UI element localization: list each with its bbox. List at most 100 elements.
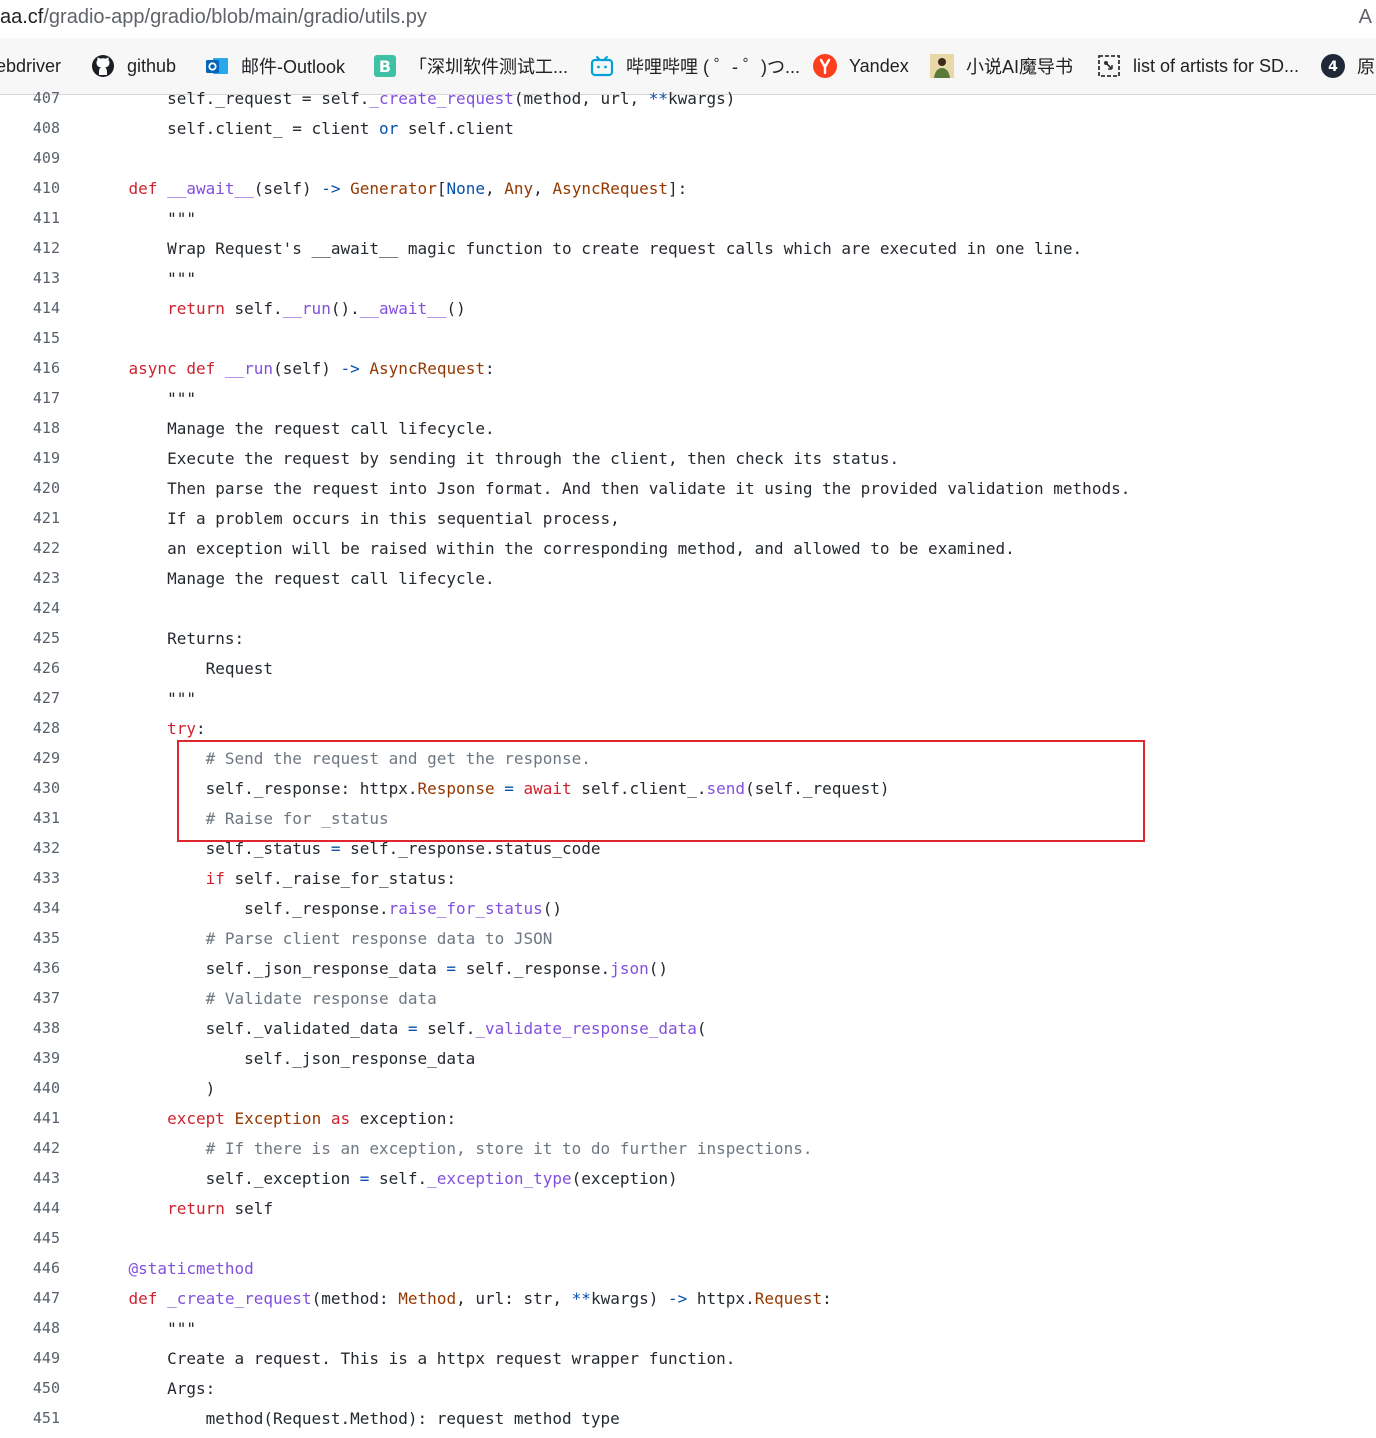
code-token: Request	[90, 659, 274, 678]
page-icon	[1097, 54, 1121, 78]
bookmark-label: 哔哩哔哩 ( ゜- ゜)つ...	[626, 57, 800, 77]
code-text: Manage the request call lifecycle.	[90, 569, 495, 588]
line-number[interactable]: 450	[0, 1379, 60, 1397]
code-line: 416 async def __run(self) -> AsyncReques…	[0, 355, 1376, 385]
line-number[interactable]: 414	[0, 299, 60, 317]
line-number[interactable]: 433	[0, 869, 60, 887]
code-token: async	[128, 359, 177, 378]
line-number[interactable]: 428	[0, 719, 60, 737]
code-token: except	[167, 1109, 225, 1128]
line-number[interactable]: 412	[0, 239, 60, 257]
line-number[interactable]: 417	[0, 389, 60, 407]
code-token: if	[205, 869, 225, 888]
line-number[interactable]: 415	[0, 329, 60, 347]
line-number[interactable]: 446	[0, 1259, 60, 1277]
code-token: httpx.	[687, 1289, 755, 1308]
line-number[interactable]: 437	[0, 989, 60, 1007]
code-token: AsyncRequest	[552, 179, 669, 198]
line-number[interactable]: 413	[0, 269, 60, 287]
line-number[interactable]: 442	[0, 1139, 60, 1157]
code-text: self._exception = self._exception_type(e…	[90, 1169, 678, 1188]
line-number[interactable]: 436	[0, 959, 60, 977]
code-text: self._request = self._create_request(met…	[90, 89, 735, 108]
bookmark-label: ebdriver	[0, 55, 62, 76]
code-token: """	[90, 389, 196, 408]
line-number[interactable]: 432	[0, 839, 60, 857]
line-number[interactable]: 426	[0, 659, 60, 677]
line-number[interactable]: 423	[0, 569, 60, 587]
code-token: )	[90, 1079, 216, 1098]
code-token: Method	[398, 1289, 457, 1308]
code-text: self.client_ = client or self.client	[90, 119, 514, 138]
line-number[interactable]: 421	[0, 509, 60, 527]
line-number[interactable]: 411	[0, 209, 60, 227]
line-number[interactable]: 419	[0, 449, 60, 467]
line-number[interactable]: 410	[0, 179, 60, 197]
address-bar[interactable]: aa.cf/gradio-app/gradio/blob/main/gradio…	[0, 0, 1376, 38]
line-number[interactable]: 451	[0, 1409, 60, 1427]
code-token: ->	[668, 1289, 688, 1308]
line-number[interactable]: 434	[0, 899, 60, 917]
code-token: self.	[417, 1019, 476, 1038]
line-number[interactable]: 422	[0, 539, 60, 557]
line-number[interactable]: 440	[0, 1079, 60, 1097]
line-number[interactable]: 427	[0, 689, 60, 707]
code-token: Args:	[90, 1379, 216, 1398]
line-number[interactable]: 429	[0, 749, 60, 767]
code-text: # Validate response data	[90, 989, 437, 1008]
code-token: :	[485, 359, 495, 378]
code-text: @staticmethod	[90, 1259, 254, 1278]
line-number[interactable]: 431	[0, 809, 60, 827]
line-number[interactable]: 424	[0, 599, 60, 617]
url-text[interactable]: aa.cf/gradio-app/gradio/blob/main/gradio…	[0, 6, 427, 29]
code-token: Create a request. This is a httpx reques…	[90, 1349, 736, 1368]
line-number[interactable]: 444	[0, 1199, 60, 1217]
code-text: return self.__run().__await__()	[90, 299, 466, 318]
code-line: 436 self._json_response_data = self._res…	[0, 955, 1376, 985]
line-number[interactable]: 416	[0, 359, 60, 377]
line-number[interactable]: 448	[0, 1319, 60, 1337]
line-number[interactable]: 445	[0, 1229, 60, 1247]
code-token: Then parse the request into Json format.…	[90, 479, 1131, 498]
code-line: 414 return self.__run().__await__()	[0, 295, 1376, 325]
code-token: raise_for_status	[388, 899, 543, 918]
code-text: Wrap Request's __await__ magic function …	[90, 239, 1082, 258]
line-number[interactable]: 425	[0, 629, 60, 647]
code-token: json	[610, 959, 649, 978]
line-number[interactable]: 449	[0, 1349, 60, 1367]
line-number[interactable]: 430	[0, 779, 60, 797]
code-token: =	[446, 959, 457, 978]
line-number[interactable]: 447	[0, 1289, 60, 1307]
line-number[interactable]: 408	[0, 119, 60, 137]
code-token: """	[90, 209, 196, 228]
line-number[interactable]: 418	[0, 419, 60, 437]
code-token: **	[648, 89, 668, 108]
code-line: 408 self.client_ = client or self.client	[0, 115, 1376, 145]
bookmark-label: 「深圳软件测试工...	[409, 57, 569, 77]
line-number[interactable]: 420	[0, 479, 60, 497]
code-text: Create a request. This is a httpx reques…	[90, 1349, 735, 1368]
line-number[interactable]: 441	[0, 1109, 60, 1127]
code-text: an exception will be raised within the c…	[90, 539, 1015, 558]
line-number[interactable]: 409	[0, 149, 60, 167]
code-line: 412 Wrap Request's __await__ magic funct…	[0, 235, 1376, 265]
code-token: self._exception	[90, 1169, 360, 1188]
line-number[interactable]: 439	[0, 1049, 60, 1067]
line-number[interactable]: 438	[0, 1019, 60, 1037]
code-line: 409	[0, 145, 1376, 175]
code-text: self._response.raise_for_status()	[90, 899, 562, 918]
code-line: 447 def _create_request(method: Method, …	[0, 1285, 1376, 1315]
code-line: 422 an exception will be raised within t…	[0, 535, 1376, 565]
code-line: 411 """	[0, 205, 1376, 235]
line-number[interactable]: 407	[0, 89, 60, 107]
code-text: async def __run(self) -> AsyncRequest:	[90, 359, 495, 378]
line-number[interactable]: 443	[0, 1169, 60, 1187]
code-token: (method, url,	[513, 89, 649, 108]
code-line: 410 def __await__(self) -> Generator[Non…	[0, 175, 1376, 205]
code-token: Request	[754, 1289, 823, 1308]
code-token: return	[167, 1199, 225, 1218]
line-number[interactable]: 435	[0, 929, 60, 947]
